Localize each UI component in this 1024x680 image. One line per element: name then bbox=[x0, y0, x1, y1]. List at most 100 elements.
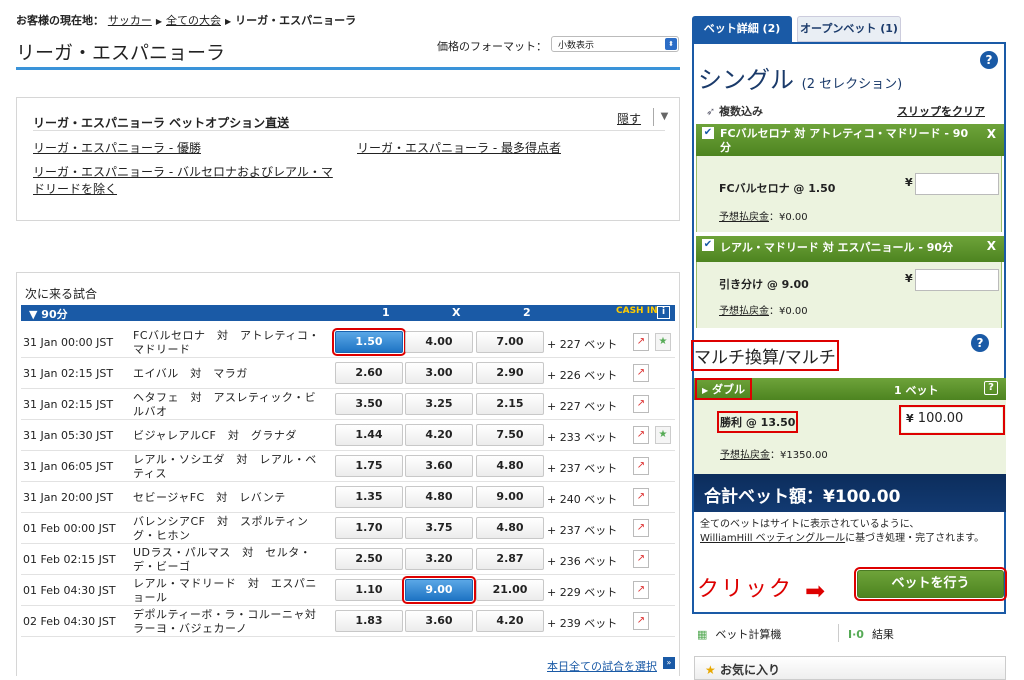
double-stake-input[interactable]: ¥ 100.00 bbox=[899, 405, 1005, 435]
potential-return-label[interactable]: 予想払戻金 bbox=[720, 450, 770, 461]
stats-chart-icon[interactable]: ↗ bbox=[633, 519, 649, 537]
help-icon[interactable]: ? bbox=[971, 334, 989, 352]
more-bets-link[interactable]: + 240 ベット bbox=[547, 491, 617, 507]
favorite-star-icon[interactable]: ★ bbox=[655, 426, 671, 444]
results-link[interactable]: I·0 結果 bbox=[848, 626, 894, 642]
odds-draw-button[interactable]: 3.20 bbox=[405, 548, 473, 570]
odds-home-button[interactable]: 1.75 bbox=[335, 455, 403, 477]
stats-chart-icon[interactable]: ↗ bbox=[633, 426, 649, 444]
hide-link[interactable]: 隠す bbox=[617, 110, 641, 127]
match-name[interactable]: UDラス・パルマス 対 セルタ・デ・ビーゴ bbox=[133, 546, 323, 574]
odds-away-button[interactable]: 2.90 bbox=[476, 362, 544, 384]
betting-rules-link[interactable]: WilliamHill ベッティングルール bbox=[700, 533, 845, 544]
odds-draw-button[interactable]: 3.75 bbox=[405, 517, 473, 539]
match-name[interactable]: レアル・ソシエダ 対 レアル・ベティス bbox=[133, 453, 323, 481]
match-name[interactable]: デポルティーボ・ラ・コルーニャ対 ラーヨ・バジェカーノ bbox=[133, 608, 327, 636]
odds-draw-button[interactable]: 3.25 bbox=[405, 393, 473, 415]
clear-slip-link[interactable]: スリップをクリア bbox=[897, 103, 985, 119]
link-top-scorer[interactable]: リーガ・エスパニョーラ - 最多得点者 bbox=[357, 140, 561, 157]
period-toggle[interactable]: ▼ 90分 bbox=[29, 306, 68, 322]
more-bets-link[interactable]: + 233 ベット bbox=[547, 429, 617, 445]
match-name[interactable]: ビジャレアルCF 対 グラナダ bbox=[133, 429, 323, 443]
stats-chart-icon[interactable]: ↗ bbox=[633, 612, 649, 630]
tab-bet-details[interactable]: ベット詳細 (2) bbox=[692, 16, 792, 42]
more-bets-link[interactable]: + 239 ベット bbox=[547, 615, 617, 631]
odds-draw-button[interactable]: 3.60 bbox=[405, 610, 473, 632]
checkbox-icon[interactable]: ✔ bbox=[702, 239, 714, 251]
stats-chart-icon[interactable]: ↗ bbox=[633, 488, 649, 506]
odds-draw-button[interactable]: 3.00 bbox=[405, 362, 473, 384]
more-bets-link[interactable]: + 229 ベット bbox=[547, 584, 617, 600]
more-bets-link[interactable]: + 227 ベット bbox=[547, 336, 617, 352]
odds-away-button[interactable]: 21.00 bbox=[476, 579, 544, 601]
odds-away-button[interactable]: 4.80 bbox=[476, 455, 544, 477]
more-bets-link[interactable]: + 236 ベット bbox=[547, 553, 617, 569]
odds-draw-button[interactable]: 3.60 bbox=[405, 455, 473, 477]
stats-chart-icon[interactable]: ↗ bbox=[633, 395, 649, 413]
odds-away-button[interactable]: 9.00 bbox=[476, 486, 544, 508]
favorite-star-icon[interactable]: ★ bbox=[655, 333, 671, 351]
odds-draw-button[interactable]: 4.80 bbox=[405, 486, 473, 508]
help-icon[interactable]: ? bbox=[984, 381, 998, 395]
match-name[interactable]: ヘタフェ 対 アスレティック・ビルバオ bbox=[133, 391, 323, 419]
multi-toggle[interactable]: ➶ 複数込み bbox=[706, 103, 763, 119]
bet-calculator-link[interactable]: ▦ ベット計算機 bbox=[697, 626, 781, 642]
odds-away-button[interactable]: 7.50 bbox=[476, 424, 544, 446]
match-name[interactable]: FCバルセロナ 対 アトレティコ・マドリード bbox=[133, 329, 323, 357]
odds-away-button[interactable]: 7.00 bbox=[476, 331, 544, 353]
potential-return-label[interactable]: 予想払戻金 bbox=[719, 212, 769, 223]
odds-away-button[interactable]: 4.20 bbox=[476, 610, 544, 632]
odds-home-button[interactable]: 3.50 bbox=[335, 393, 403, 415]
double-chevron-right-icon[interactable]: » bbox=[663, 657, 675, 669]
breadcrumb-link-all-competitions[interactable]: 全ての大会 bbox=[166, 14, 221, 27]
chevron-down-icon[interactable]: ▼ bbox=[653, 108, 675, 126]
odds-home-button[interactable]: 1.83 bbox=[335, 610, 403, 632]
checkbox-icon[interactable]: ✔ bbox=[702, 127, 714, 139]
odds-away-button[interactable]: 2.15 bbox=[476, 393, 544, 415]
stats-chart-icon[interactable]: ↗ bbox=[633, 364, 649, 382]
select-all-today-link[interactable]: 本日全ての試合を選択 bbox=[547, 658, 657, 674]
odds-home-button[interactable]: 1.35 bbox=[335, 486, 403, 508]
match-name[interactable]: バレンシアCF 対 スポルティング・ヒホン bbox=[133, 515, 323, 543]
odds-draw-button[interactable]: 9.00 bbox=[402, 576, 476, 604]
place-bet-button[interactable]: ベットを行う bbox=[854, 567, 1007, 601]
link-without-big-two[interactable]: リーガ・エスパニョーラ - バルセロナおよびレアル・マドリードを除く bbox=[33, 164, 333, 198]
table-row: 01 Feb 04:30 JST レアル・マドリード 対 エスパニョール 1.10 9… bbox=[21, 575, 675, 606]
odds-home-button[interactable]: 2.60 bbox=[335, 362, 403, 384]
stake-input[interactable] bbox=[915, 173, 999, 195]
more-bets-link[interactable]: + 237 ベット bbox=[547, 460, 617, 476]
odds-home-button[interactable]: 1.70 bbox=[335, 517, 403, 539]
odds-home-button[interactable]: 2.50 bbox=[335, 548, 403, 570]
odds-draw-button[interactable]: 4.20 bbox=[405, 424, 473, 446]
stats-chart-icon[interactable]: ↗ bbox=[633, 457, 649, 475]
match-name[interactable]: レアル・マドリード 対 エスパニョール bbox=[133, 577, 323, 605]
odds-away-button[interactable]: 2.87 bbox=[476, 548, 544, 570]
stats-chart-icon[interactable]: ↗ bbox=[633, 581, 649, 599]
double-label[interactable]: ▶ ダブル bbox=[695, 378, 752, 400]
more-bets-link[interactable]: + 226 ベット bbox=[547, 367, 617, 383]
stats-chart-icon[interactable]: ↗ bbox=[633, 333, 649, 351]
more-bets-link[interactable]: + 237 ベット bbox=[547, 522, 617, 538]
info-icon[interactable]: i bbox=[657, 306, 670, 319]
odds-draw-button[interactable]: 4.00 bbox=[405, 331, 473, 353]
odds-home-button[interactable]: 1.10 bbox=[335, 579, 403, 601]
match-name[interactable]: エイバル 対 マラガ bbox=[133, 367, 323, 381]
odds-away-button[interactable]: 4.80 bbox=[476, 517, 544, 539]
breadcrumb-separator-icon: ▶ bbox=[155, 17, 162, 26]
bet-selection: 引き分け @ 9.00 bbox=[719, 278, 809, 291]
match-name[interactable]: セビージャFC 対 レバンテ bbox=[133, 491, 323, 505]
breadcrumb-link-soccer[interactable]: サッカー bbox=[108, 14, 152, 27]
odds-home-button[interactable]: 1.50 bbox=[332, 328, 406, 356]
favorites-panel[interactable]: ★ お気に入り bbox=[694, 656, 1006, 680]
potential-return-label[interactable]: 予想払戻金 bbox=[719, 306, 769, 317]
odds-home-button[interactable]: 1.44 bbox=[335, 424, 403, 446]
link-league-winner[interactable]: リーガ・エスパニョーラ - 優勝 bbox=[33, 140, 201, 157]
stats-chart-icon[interactable]: ↗ bbox=[633, 550, 649, 568]
help-icon[interactable]: ? bbox=[980, 51, 998, 69]
stake-input[interactable] bbox=[915, 269, 999, 291]
tab-open-bets[interactable]: オープンベット (1) bbox=[797, 16, 901, 42]
price-format-select[interactable]: 小数表示 ⬍ bbox=[551, 36, 679, 52]
close-icon[interactable]: X bbox=[987, 127, 996, 141]
more-bets-link[interactable]: + 227 ベット bbox=[547, 398, 617, 414]
close-icon[interactable]: X bbox=[987, 239, 996, 253]
